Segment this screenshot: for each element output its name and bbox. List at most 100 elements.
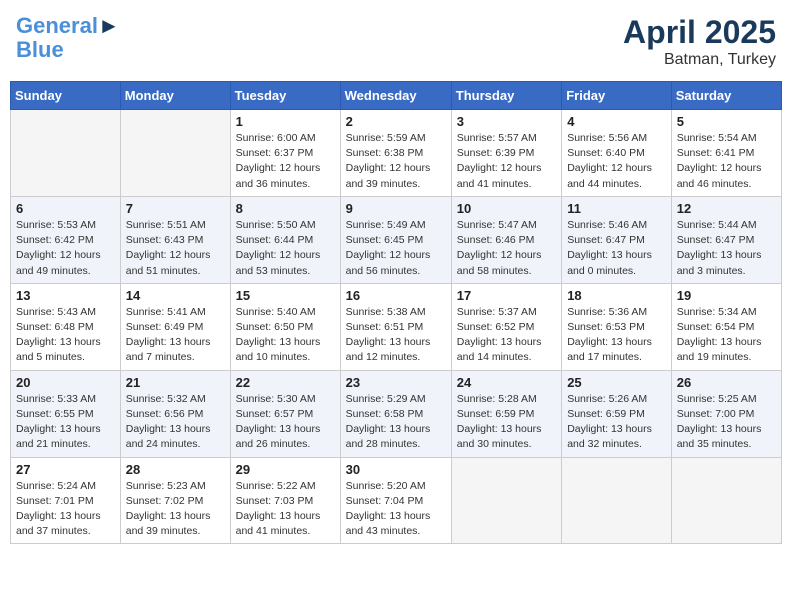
day-info: Sunrise: 5:43 AMSunset: 6:48 PMDaylight:… [16,305,115,366]
weekday-header: Saturday [671,82,781,110]
day-number: 23 [346,375,446,390]
logo-general: General [16,13,98,38]
day-info: Sunrise: 6:00 AMSunset: 6:37 PMDaylight:… [236,131,335,192]
calendar-cell: 23 Sunrise: 5:29 AMSunset: 6:58 PMDayligh… [340,370,451,457]
weekday-header: Sunday [11,82,121,110]
weekday-header: Monday [120,82,230,110]
day-number: 28 [126,462,225,477]
calendar-cell [451,457,561,544]
weekday-header: Friday [562,82,672,110]
calendar-cell: 9Sunrise: 5:49 AMSunset: 6:45 PMDaylight… [340,196,451,283]
day-info: Sunrise: 5:46 AMSunset: 6:47 PMDaylight:… [567,218,666,279]
calendar-week-row: 13 Sunrise: 5:43 AMSunset: 6:48 PMDayligh… [11,283,782,370]
calendar-cell: 30Sunrise: 5:20 AMSunset: 7:04 PMDayligh… [340,457,451,544]
day-number: 29 [236,462,335,477]
day-info: Sunrise: 5:26 AMSunset: 6:59 PMDaylight:… [567,392,666,453]
calendar-cell: 8 Sunrise: 5:50 AMSunset: 6:44 PMDaylight… [230,196,340,283]
calendar-cell: 27Sunrise: 5:24 AMSunset: 7:01 PMDayligh… [11,457,121,544]
day-info: Sunrise: 5:37 AMSunset: 6:52 PMDaylight:… [457,305,556,366]
day-info: Sunrise: 5:32 AMSunset: 6:56 PMDaylight:… [126,392,225,453]
day-number: 25 [567,375,666,390]
calendar-cell: 5Sunrise: 5:54 AMSunset: 6:41 PMDaylight… [671,110,781,197]
title-area: April 2025 Batman, Turkey [623,14,776,69]
day-number: 9 [346,201,446,216]
calendar-cell: 24 Sunrise: 5:28 AMSunset: 6:59 PMDayligh… [451,370,561,457]
calendar-cell: 14Sunrise: 5:41 AMSunset: 6:49 PMDayligh… [120,283,230,370]
calendar-cell: 7Sunrise: 5:51 AMSunset: 6:43 PMDaylight… [120,196,230,283]
calendar-cell: 20 Sunrise: 5:33 AMSunset: 6:55 PMDayligh… [11,370,121,457]
day-number: 30 [346,462,446,477]
calendar-cell: 29 Sunrise: 5:22 AMSunset: 7:03 PMDayligh… [230,457,340,544]
day-number: 15 [236,288,335,303]
day-info: Sunrise: 5:50 AMSunset: 6:44 PMDaylight:… [236,218,335,279]
calendar-cell: 16Sunrise: 5:38 AMSunset: 6:51 PMDayligh… [340,283,451,370]
calendar-cell: 6Sunrise: 5:53 AMSunset: 6:42 PMDaylight… [11,196,121,283]
day-number: 19 [677,288,776,303]
day-number: 18 [567,288,666,303]
calendar-cell: 21 Sunrise: 5:32 AMSunset: 6:56 PMDayligh… [120,370,230,457]
calendar-cell: 17 Sunrise: 5:37 AMSunset: 6:52 PMDayligh… [451,283,561,370]
day-number: 22 [236,375,335,390]
calendar-cell [120,110,230,197]
location: Batman, Turkey [623,51,776,69]
calendar-cell: 10 Sunrise: 5:47 AMSunset: 6:46 PMDayligh… [451,196,561,283]
day-info: Sunrise: 5:44 AMSunset: 6:47 PMDaylight:… [677,218,776,279]
weekday-header: Wednesday [340,82,451,110]
calendar-cell [11,110,121,197]
calendar-week-row: 6Sunrise: 5:53 AMSunset: 6:42 PMDaylight… [11,196,782,283]
weekday-header: Thursday [451,82,561,110]
day-number: 8 [236,201,335,216]
weekday-header: Tuesday [230,82,340,110]
day-number: 21 [126,375,225,390]
day-number: 24 [457,375,556,390]
day-info: Sunrise: 5:30 AMSunset: 6:57 PMDaylight:… [236,392,335,453]
calendar-week-row: 20 Sunrise: 5:33 AMSunset: 6:55 PMDayligh… [11,370,782,457]
day-info: Sunrise: 5:22 AMSunset: 7:03 PMDaylight:… [236,479,335,540]
calendar-cell: 1 Sunrise: 6:00 AMSunset: 6:37 PMDaylight… [230,110,340,197]
day-info: Sunrise: 5:25 AMSunset: 7:00 PMDaylight:… [677,392,776,453]
logo: General► Blue [16,14,120,62]
day-number: 26 [677,375,776,390]
calendar-cell: 15 Sunrise: 5:40 AMSunset: 6:50 PMDayligh… [230,283,340,370]
day-number: 27 [16,462,115,477]
day-number: 4 [567,114,666,129]
calendar-cell: 18 Sunrise: 5:36 AMSunset: 6:53 PMDayligh… [562,283,672,370]
day-info: Sunrise: 5:54 AMSunset: 6:41 PMDaylight:… [677,131,776,192]
calendar-cell: 11 Sunrise: 5:46 AMSunset: 6:47 PMDayligh… [562,196,672,283]
day-number: 12 [677,201,776,216]
calendar-week-row: 1 Sunrise: 6:00 AMSunset: 6:37 PMDaylight… [11,110,782,197]
day-info: Sunrise: 5:33 AMSunset: 6:55 PMDaylight:… [16,392,115,453]
calendar-cell: 3 Sunrise: 5:57 AMSunset: 6:39 PMDaylight… [451,110,561,197]
calendar-cell: 22 Sunrise: 5:30 AMSunset: 6:57 PMDayligh… [230,370,340,457]
calendar-cell: 2 Sunrise: 5:59 AMSunset: 6:38 PMDaylight… [340,110,451,197]
calendar-cell: 25 Sunrise: 5:26 AMSunset: 6:59 PMDayligh… [562,370,672,457]
day-number: 16 [346,288,446,303]
calendar-cell: 26 Sunrise: 5:25 AMSunset: 7:00 PMDayligh… [671,370,781,457]
day-info: Sunrise: 5:59 AMSunset: 6:38 PMDaylight:… [346,131,446,192]
day-info: Sunrise: 5:53 AMSunset: 6:42 PMDaylight:… [16,218,115,279]
day-info: Sunrise: 5:47 AMSunset: 6:46 PMDaylight:… [457,218,556,279]
day-number: 3 [457,114,556,129]
calendar-cell: 19Sunrise: 5:34 AMSunset: 6:54 PMDayligh… [671,283,781,370]
day-info: Sunrise: 5:56 AMSunset: 6:40 PMDaylight:… [567,131,666,192]
day-info: Sunrise: 5:29 AMSunset: 6:58 PMDaylight:… [346,392,446,453]
day-number: 13 [16,288,115,303]
day-number: 1 [236,114,335,129]
day-info: Sunrise: 5:28 AMSunset: 6:59 PMDaylight:… [457,392,556,453]
day-number: 2 [346,114,446,129]
day-number: 20 [16,375,115,390]
calendar-cell: 13 Sunrise: 5:43 AMSunset: 6:48 PMDayligh… [11,283,121,370]
day-number: 10 [457,201,556,216]
day-info: Sunrise: 5:41 AMSunset: 6:49 PMDaylight:… [126,305,225,366]
day-number: 11 [567,201,666,216]
day-info: Sunrise: 5:57 AMSunset: 6:39 PMDaylight:… [457,131,556,192]
day-info: Sunrise: 5:23 AMSunset: 7:02 PMDaylight:… [126,479,225,540]
calendar-week-row: 27Sunrise: 5:24 AMSunset: 7:01 PMDayligh… [11,457,782,544]
calendar-cell: 28 Sunrise: 5:23 AMSunset: 7:02 PMDayligh… [120,457,230,544]
day-info: Sunrise: 5:36 AMSunset: 6:53 PMDaylight:… [567,305,666,366]
day-number: 17 [457,288,556,303]
calendar-header-row: SundayMondayTuesdayWednesdayThursdayFrid… [11,82,782,110]
day-info: Sunrise: 5:40 AMSunset: 6:50 PMDaylight:… [236,305,335,366]
calendar-cell [671,457,781,544]
calendar-cell: 4 Sunrise: 5:56 AMSunset: 6:40 PMDaylight… [562,110,672,197]
